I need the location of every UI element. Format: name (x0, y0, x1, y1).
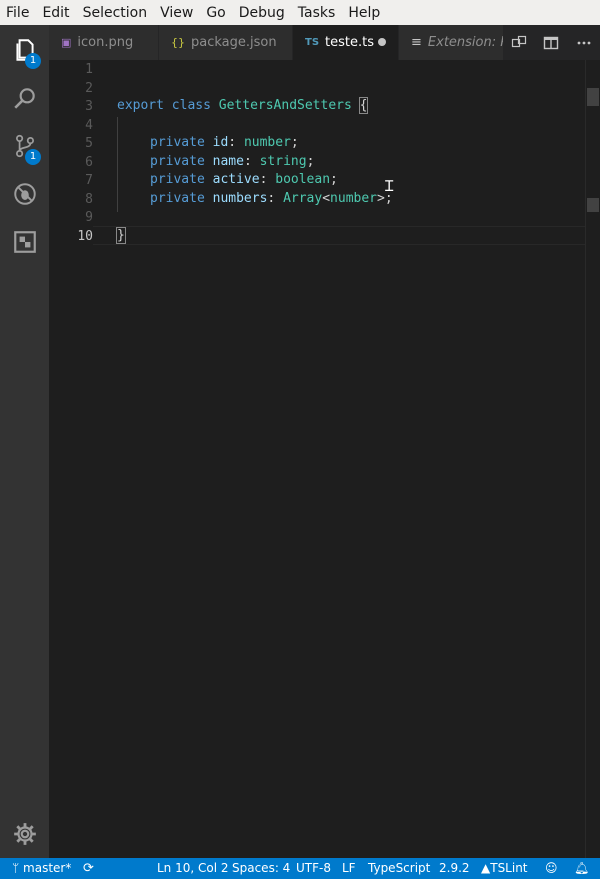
line-number-current: 10 (77, 228, 93, 244)
typescript-file-icon: TS (305, 37, 320, 48)
indentation-setting[interactable]: Spaces: 4 (232, 858, 290, 879)
scm-badge: 1 (25, 149, 41, 165)
branch-name: master* (23, 861, 72, 875)
branch-indicator[interactable]: ᛘ master* (12, 858, 71, 879)
json-file-icon: {} (171, 36, 185, 49)
property-token: numbers (212, 190, 268, 206)
debug-icon (13, 183, 36, 205)
image-file-icon: ▣ (61, 36, 72, 49)
menu-view[interactable]: View (160, 5, 193, 21)
tab-label: package.json (191, 35, 277, 50)
indent-guide (117, 117, 118, 212)
extensions-icon (13, 231, 36, 253)
tab-extension-preview[interactable]: ≡ Extension: PH (399, 25, 507, 60)
unsaved-dot-icon[interactable] (378, 38, 386, 46)
extensions-button[interactable] (0, 219, 49, 265)
open-changes-icon[interactable] (511, 35, 527, 51)
keyword-token: private (150, 153, 205, 169)
type-token: number (243, 135, 291, 150)
search-icon (13, 88, 35, 109)
mouse-ibeam-cursor: Ɪ (385, 177, 394, 195)
status-bar: ᛘ master* ⟳ Ln 10, Col 2 Spaces: 4 UTF-8… (0, 858, 600, 879)
notifications-bell-icon[interactable]: 🔔︎ (574, 858, 589, 879)
code-line-6: private name: string; (150, 153, 315, 169)
line-number: 1 (85, 62, 93, 77)
type-token: boolean (275, 172, 331, 187)
tab-teste-ts[interactable]: TS teste.ts (293, 25, 399, 60)
warning-icon: ▲ (481, 861, 491, 875)
tab-bar: ▣ icon.png {} package.json TS teste.ts ≡… (49, 25, 600, 60)
brace-token: { (358, 97, 369, 114)
menu-selection[interactable]: Selection (83, 5, 148, 21)
feedback-smiley-icon[interactable]: ☺ (545, 858, 558, 879)
more-actions-icon[interactable] (576, 35, 592, 51)
type-token: number (330, 190, 378, 206)
menu-tasks[interactable]: Tasks (298, 5, 336, 21)
eol-setting[interactable]: LF (342, 858, 356, 879)
keyword-token: class (171, 98, 211, 113)
keyword-token: private (150, 135, 205, 150)
menu-go[interactable]: Go (206, 5, 225, 21)
line-number: 7 (85, 173, 93, 188)
line-number: 6 (85, 154, 93, 170)
scrollbar-thumb[interactable] (587, 88, 599, 106)
manage-button[interactable] (0, 811, 49, 857)
linter-status[interactable]: ▲TSLint (481, 858, 528, 879)
property-token: active (212, 172, 260, 187)
code-editor[interactable]: 1 2 3 4 5 6 7 8 9 10 export class Getter… (49, 60, 600, 858)
menu-debug[interactable]: Debug (239, 5, 285, 21)
split-editor-icon[interactable] (543, 35, 559, 51)
line-number: 4 (85, 117, 93, 133)
explorer-button[interactable]: 1 (0, 27, 49, 73)
menu-bar: File Edit Selection View Go Debug Tasks … (0, 0, 600, 25)
linter-name: TSLint (490, 861, 528, 875)
menu-edit[interactable]: Edit (42, 5, 69, 21)
line-number: 2 (85, 80, 93, 96)
keyword-token: private (150, 172, 205, 187)
typescript-version[interactable]: 2.9.2 (439, 858, 470, 879)
line-number: 3 (85, 99, 93, 114)
gear-icon (13, 823, 36, 845)
code-line-5: private id: number; (150, 135, 299, 150)
activity-bar: 1 1 (0, 25, 49, 858)
tab-label: Extension: PH (427, 35, 506, 50)
menu-help[interactable]: Help (348, 5, 380, 21)
code-line-3: export class GettersAndSetters { (117, 96, 369, 115)
tab-label: icon.png (77, 35, 134, 50)
line-number: 9 (85, 210, 93, 225)
line-number: 5 (85, 136, 93, 151)
type-token: string (259, 153, 307, 169)
menu-file[interactable]: File (6, 5, 29, 21)
vertical-scrollbar[interactable] (585, 60, 600, 858)
tab-icon-png[interactable]: ▣ icon.png (49, 25, 159, 60)
scrollbar-marker (587, 198, 599, 212)
keyword-token: export (117, 98, 164, 113)
class-name-token: GettersAndSetters (218, 98, 352, 113)
git-branch-icon: ᛘ (12, 861, 20, 875)
language-mode[interactable]: TypeScript (368, 858, 430, 879)
keyword-token: private (150, 190, 205, 206)
encoding-setting[interactable]: UTF-8 (296, 858, 331, 879)
code-line-8: private numbers: Array<number>; (150, 190, 393, 206)
property-token: name (212, 153, 244, 169)
code-line-7: private active: boolean; (150, 172, 338, 187)
cursor-position[interactable]: Ln 10, Col 2 (157, 858, 229, 879)
current-line-highlight (93, 226, 586, 245)
debug-button[interactable] (0, 171, 49, 217)
type-token: Array (283, 190, 323, 206)
code-line-10: } (116, 226, 126, 245)
extension-preview-icon: ≡ (411, 35, 422, 50)
tab-package-json[interactable]: {} package.json (159, 25, 293, 60)
brace-token: } (116, 227, 126, 244)
property-token: id (212, 135, 229, 150)
sync-icon[interactable]: ⟳ (83, 858, 94, 879)
explorer-badge: 1 (25, 53, 41, 69)
editor-actions (503, 25, 600, 60)
tab-label: teste.ts (325, 35, 374, 50)
source-control-button[interactable]: 1 (0, 123, 49, 169)
search-button[interactable] (0, 75, 49, 121)
line-number: 8 (85, 191, 93, 207)
